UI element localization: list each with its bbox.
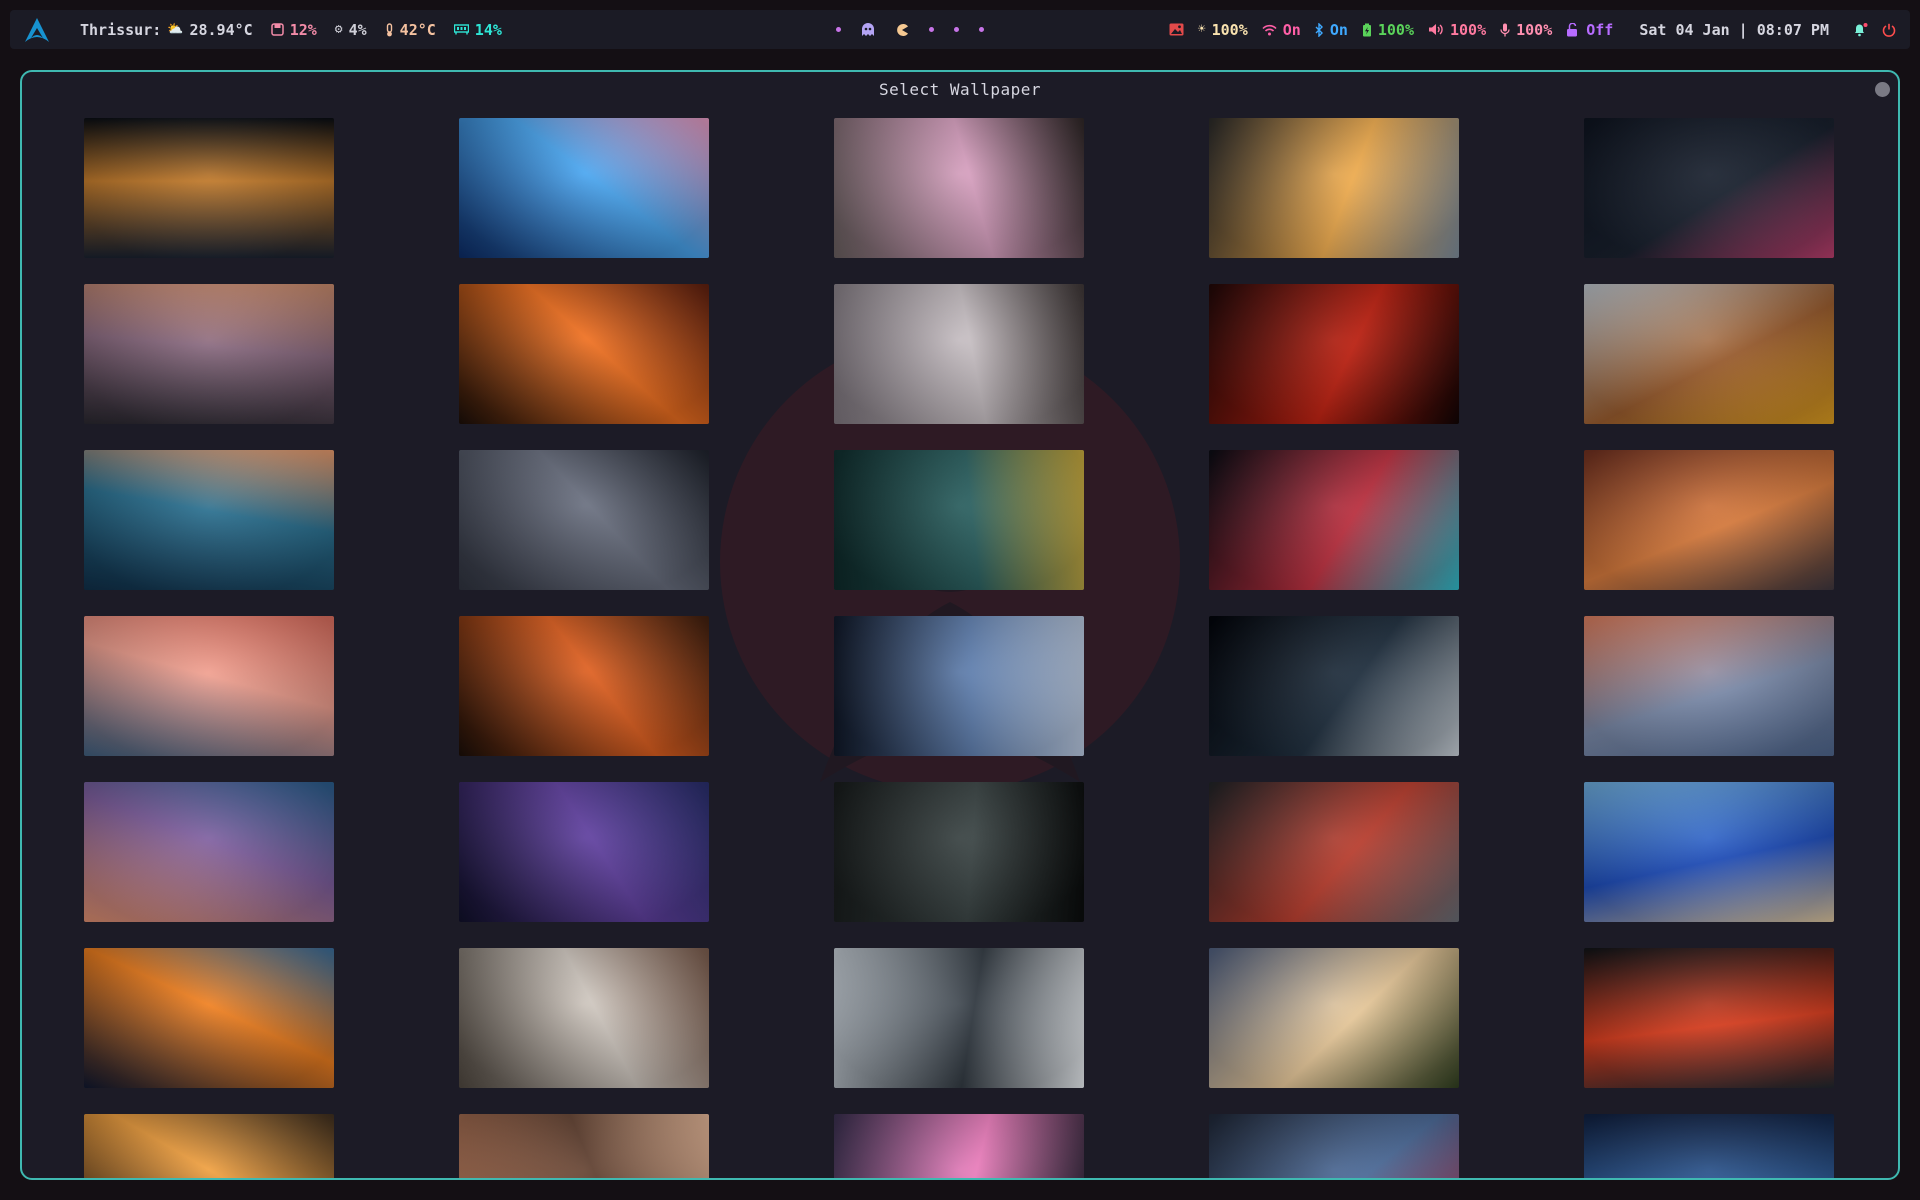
wallpaper-thumbnail[interactable] <box>834 450 1084 590</box>
wallpaper-thumbnail[interactable] <box>459 616 709 756</box>
wallpaper-thumbnail[interactable] <box>1584 948 1834 1088</box>
wallpaper-thumbnail[interactable] <box>1584 782 1834 922</box>
memory-value: 14% <box>474 20 502 39</box>
wallpaper-thumbnail[interactable] <box>459 948 709 1088</box>
disk-value: 12% <box>289 20 317 39</box>
cpu-temp-value: 42°C <box>399 20 436 39</box>
workspace-3-pacman-icon[interactable] <box>895 23 909 37</box>
top-bar-right: ☀ 100% On On 100% 100% 100% Off Sat 04 J… <box>1169 21 1896 39</box>
workspace-4-dot-icon[interactable] <box>929 27 934 32</box>
location-label: Thrissur: <box>80 20 162 39</box>
wallpaper-thumbnail[interactable] <box>84 616 334 756</box>
wallpaper-thumbnail[interactable] <box>1584 1114 1834 1178</box>
cpu-value: 4% <box>348 20 367 39</box>
cpu-temp-module[interactable]: 42°C <box>385 21 436 39</box>
workspace-5-dot-icon[interactable] <box>954 27 959 32</box>
window-title: Select Wallpaper <box>878 80 1042 99</box>
wallpaper-thumbnail[interactable] <box>834 284 1084 424</box>
sun-icon: ☀ <box>1197 22 1206 37</box>
wallpaper-thumbnail[interactable] <box>459 782 709 922</box>
bluetooth-icon <box>1315 22 1324 37</box>
weather-module[interactable]: Thrissur: ⛅ 28.94°C <box>80 21 253 39</box>
microphone-icon <box>1500 23 1510 37</box>
disk-icon <box>270 23 284 36</box>
cloud-sun-icon: ⛅ <box>167 22 184 37</box>
wallpaper-thumbnail[interactable] <box>834 1114 1084 1178</box>
wifi-module[interactable]: On <box>1262 21 1301 39</box>
wallpaper-thumbnail[interactable] <box>1209 948 1459 1088</box>
top-bar-left: Thrissur: ⛅ 28.94°C 12% ⚙ 4% 42°C 14% <box>24 17 502 43</box>
wallpaper-thumbnail[interactable] <box>84 118 334 258</box>
wallpaper-thumbnail[interactable] <box>834 948 1084 1088</box>
wifi-icon <box>1262 24 1277 36</box>
wallpaper-thumbnail[interactable] <box>84 948 334 1088</box>
cpu-icon: ⚙ <box>334 22 343 37</box>
microphone-module[interactable]: 100% <box>1500 21 1552 39</box>
image-icon[interactable] <box>1169 23 1184 36</box>
wallpaper-grid <box>84 118 1838 1178</box>
wallpaper-thumbnail[interactable] <box>834 616 1084 756</box>
top-bar: Thrissur: ⛅ 28.94°C 12% ⚙ 4% 42°C 14% ☀ … <box>10 10 1910 49</box>
lock-open-icon <box>1566 22 1580 37</box>
wallpaper-thumbnail[interactable] <box>1584 450 1834 590</box>
microphone-value: 100% <box>1516 20 1553 39</box>
battery-module[interactable]: 100% <box>1362 21 1414 39</box>
cpu-module[interactable]: ⚙ 4% <box>335 21 367 39</box>
wallpaper-thumbnail[interactable] <box>84 284 334 424</box>
memory-icon <box>453 24 469 35</box>
wallpaper-picker-window: Select Wallpaper <box>20 70 1900 1180</box>
wallpaper-thumbnail[interactable] <box>84 450 334 590</box>
wallpaper-thumbnail[interactable] <box>84 782 334 922</box>
lock-module[interactable]: Off <box>1566 21 1613 39</box>
wallpaper-thumbnail[interactable] <box>459 284 709 424</box>
wallpaper-thumbnail[interactable] <box>1584 118 1834 258</box>
bell-icon[interactable] <box>1853 22 1868 37</box>
brightness-module[interactable]: ☀ 100% <box>1198 21 1248 39</box>
power-icon[interactable] <box>1882 23 1896 37</box>
wallpaper-thumbnail[interactable] <box>459 1114 709 1178</box>
wallpaper-thumbnail[interactable] <box>1584 284 1834 424</box>
clock[interactable]: Sat 04 Jan | 08:07 PM <box>1639 21 1829 39</box>
wallpaper-thumbnail[interactable] <box>1209 450 1459 590</box>
wallpaper-thumbnail[interactable] <box>459 450 709 590</box>
workspace-1-dot-icon[interactable] <box>836 27 841 32</box>
battery-value: 100% <box>1377 20 1414 39</box>
wallpaper-thumbnail[interactable] <box>1209 1114 1459 1178</box>
volume-module[interactable]: 100% <box>1428 21 1486 39</box>
wallpaper-thumbnail[interactable] <box>1209 118 1459 258</box>
wallpaper-thumbnail[interactable] <box>459 118 709 258</box>
battery-charging-icon <box>1362 23 1372 37</box>
wallpaper-thumbnail[interactable] <box>84 1114 334 1178</box>
workspace-6-dot-icon[interactable] <box>979 27 984 32</box>
brightness-value: 100% <box>1211 20 1248 39</box>
temperature-value: 28.94°C <box>189 20 253 39</box>
memory-module[interactable]: 14% <box>453 20 502 39</box>
wallpaper-thumbnail[interactable] <box>1209 284 1459 424</box>
wallpaper-thumbnail[interactable] <box>834 118 1084 258</box>
lock-value: Off <box>1586 20 1614 39</box>
wallpaper-thumbnail[interactable] <box>1209 782 1459 922</box>
disk-module[interactable]: 12% <box>270 20 317 39</box>
close-dot-icon[interactable] <box>1875 82 1890 97</box>
workspace-switcher <box>836 22 984 37</box>
arch-logo-icon[interactable] <box>24 17 50 43</box>
volume-value: 100% <box>1450 20 1487 39</box>
speaker-icon <box>1428 23 1444 36</box>
bluetooth-module[interactable]: On <box>1315 21 1348 39</box>
workspace-2-ghost-icon[interactable] <box>861 22 875 37</box>
wallpaper-thumbnail[interactable] <box>834 782 1084 922</box>
wallpaper-thumbnail[interactable] <box>1584 616 1834 756</box>
thermometer-icon <box>385 22 394 37</box>
wallpaper-thumbnail[interactable] <box>1209 616 1459 756</box>
bluetooth-value: On <box>1329 20 1348 39</box>
wifi-value: On <box>1282 20 1301 39</box>
